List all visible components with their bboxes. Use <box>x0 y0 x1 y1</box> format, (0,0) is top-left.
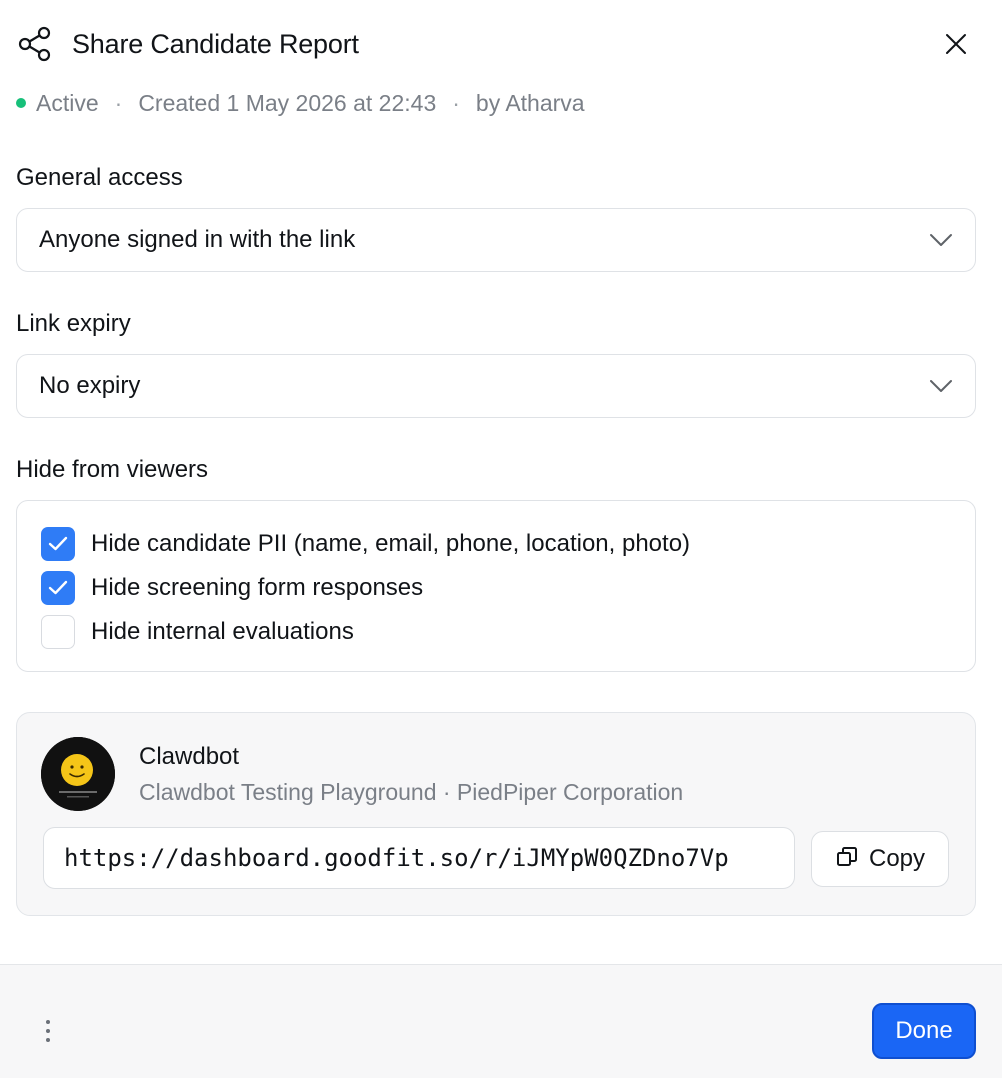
dialog-header: Share Candidate Report <box>18 24 984 64</box>
created-date: Created 1 May 2026 at 22:43 <box>138 89 437 116</box>
general-access-select[interactable]: Anyone signed in with the link <box>16 208 976 272</box>
status-text: Active <box>36 89 99 116</box>
meta-separator: · <box>114 89 123 116</box>
hide-from-viewers-label: Hide from viewers <box>16 456 209 483</box>
hide-pii-checkbox[interactable] <box>41 527 75 561</box>
hide-pii-option[interactable]: Hide candidate PII (name, email, phone, … <box>41 527 690 561</box>
share-icon <box>18 24 52 64</box>
status-dot <box>16 98 26 108</box>
share-dialog: Share Candidate Report Active · Created … <box>0 0 1002 1078</box>
hide-screening-checkbox[interactable] <box>41 571 75 605</box>
hide-evaluations-option[interactable]: Hide internal evaluations <box>41 615 354 649</box>
copy-label: Copy <box>868 845 926 872</box>
general-access-label: General access <box>16 164 183 191</box>
hide-evaluations-label: Hide internal evaluations <box>91 618 354 645</box>
done-button[interactable]: Done <box>872 1003 976 1059</box>
link-expiry-value: No expiry <box>39 372 141 399</box>
copy-icon <box>835 845 859 874</box>
dialog-title: Share Candidate Report <box>72 28 359 59</box>
hide-screening-label: Hide screening form responses <box>91 574 424 601</box>
hide-evaluations-checkbox[interactable] <box>41 615 75 649</box>
chevron-down-icon <box>929 374 953 398</box>
close-icon[interactable] <box>936 24 976 64</box>
share-link-input[interactable] <box>64 844 794 872</box>
hide-options-box: Hide candidate PII (name, email, phone, … <box>16 500 976 672</box>
copy-link-button[interactable]: Copy <box>811 831 949 887</box>
general-access-value: Anyone signed in with the link <box>39 226 356 253</box>
link-expiry-label: Link expiry <box>16 310 131 337</box>
report-meta: Active · Created 1 May 2026 at 22:43 · b… <box>16 88 585 118</box>
org-avatar <box>41 737 115 811</box>
share-link-field[interactable] <box>43 827 795 889</box>
hide-screening-option[interactable]: Hide screening form responses <box>41 571 423 605</box>
meta-separator: · <box>452 89 460 116</box>
org-name: Clawdbot <box>139 743 240 770</box>
hide-pii-label: Hide candidate PII (name, email, phone, … <box>91 530 691 557</box>
share-link-card: Clawdbot Clawdbot Testing Playground · P… <box>16 712 976 916</box>
more-vertical-icon[interactable] <box>30 1013 66 1049</box>
chevron-down-icon <box>929 228 953 252</box>
link-expiry-select[interactable]: No expiry <box>16 354 976 418</box>
dialog-footer: Done <box>0 964 1002 1078</box>
org-subtitle: Clawdbot Testing Playground · PiedPiper … <box>139 779 684 805</box>
author: by Atharva <box>475 89 585 116</box>
